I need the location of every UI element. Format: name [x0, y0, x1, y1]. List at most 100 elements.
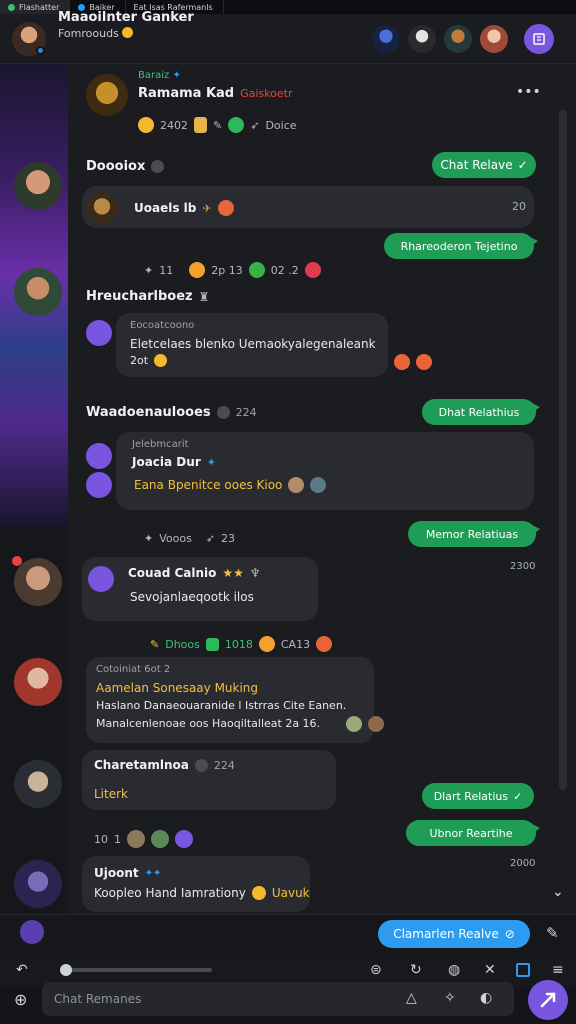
badge-emoji-icon[interactable] — [175, 830, 193, 848]
refresh-icon[interactable]: ↻ — [410, 962, 422, 978]
bubble-line: Haslano Danaeouaranide l Istrras Cite Ea… — [96, 699, 347, 712]
brush-icon[interactable]: ➶ — [206, 532, 215, 545]
laugh-emoji-icon[interactable] — [189, 262, 206, 278]
slider-thumb[interactable] — [60, 964, 72, 976]
close-icon[interactable]: ✕ — [484, 962, 496, 978]
ubnor-reartihe-button[interactable]: Ubnor Reartihe — [406, 820, 540, 846]
angry-emoji-icon[interactable] — [416, 354, 432, 370]
bubble-line: Manalcenlenoae oos Haoqiltalleat 2a 16. — [96, 717, 321, 730]
angry-emoji-icon[interactable] — [316, 636, 333, 652]
bubble-header: Jelebmcarit — [132, 439, 189, 450]
layout-icon[interactable] — [516, 963, 530, 977]
brush-icon[interactable]: ➶ — [250, 119, 259, 132]
verified-icon: ✦ — [172, 70, 181, 81]
sparkle-icon[interactable]: ✧ — [444, 990, 456, 1006]
feedback-icon[interactable]: ✎ — [546, 924, 559, 942]
reaction-count: 2402 — [160, 118, 188, 132]
bubble-name: Joacia Dur — [132, 455, 201, 469]
pencil-icon[interactable]: ✎ — [150, 638, 159, 651]
verified-icon: ✦✦ — [144, 867, 162, 879]
chat-relation-button[interactable]: Dhat Relathius — [422, 399, 540, 425]
user-avatar[interactable] — [14, 860, 62, 908]
bubble-text: Literk — [94, 787, 128, 801]
reaction-count: CA13 — [280, 637, 311, 651]
smile-emoji-icon — [154, 354, 168, 367]
chevron-down-icon[interactable]: ⌄ — [552, 884, 564, 900]
shield-icon[interactable]: ◍ — [448, 962, 460, 978]
member-avatar[interactable] — [480, 25, 508, 53]
status-icon — [216, 406, 230, 419]
user-tag-wrap: Baraiz ✦ — [138, 70, 181, 81]
rocket-icon: ♜ — [198, 289, 210, 304]
user-avatar[interactable] — [14, 162, 62, 210]
members-button[interactable] — [524, 24, 554, 54]
undo-icon[interactable]: ↶ — [16, 962, 28, 978]
green-emoji-icon[interactable] — [228, 117, 245, 133]
pin-icon[interactable]: ✦ — [144, 532, 153, 545]
user-avatar[interactable] — [14, 760, 62, 808]
more-options-icon[interactable]: ••• — [516, 84, 541, 100]
check-icon: ✓ — [513, 789, 523, 803]
username: Doooiox — [86, 159, 146, 174]
face-emoji-icon[interactable] — [346, 716, 362, 732]
reaction-count: 1 — [114, 832, 121, 846]
message-header: Waadoenaulooes 224 — [86, 405, 257, 420]
bubble-line: Koopleo Hand Iamrationy Uavuk — [94, 886, 310, 900]
status-text: Gaiskoetr — [240, 87, 293, 100]
camera-icon[interactable]: ⊜ — [370, 962, 382, 978]
bubble-title: Charetamlnoa 224 — [94, 758, 235, 772]
bread-emoji-icon[interactable] — [194, 117, 207, 133]
button-label: Ubnor Reartihe — [429, 826, 513, 840]
send-button[interactable] — [528, 980, 568, 1020]
reaction-count: Doice — [265, 118, 297, 132]
user-avatar[interactable] — [14, 268, 62, 316]
bubble-text: 2ot — [130, 354, 149, 367]
member-avatar[interactable] — [372, 25, 400, 53]
hat-emoji-icon[interactable] — [368, 716, 384, 732]
badge-emoji-icon[interactable] — [127, 830, 145, 848]
face-emoji-icon — [288, 477, 305, 493]
menu-icon[interactable]: ≡ — [552, 962, 564, 978]
box-emoji-icon[interactable] — [205, 637, 219, 651]
slider-track[interactable] — [62, 968, 212, 972]
bubble-header: Cotoiniat — [96, 664, 142, 675]
message-header: Hreucharlboez ♜ — [86, 289, 209, 304]
hands-icon: ♆ — [249, 566, 261, 580]
app-bot-icon — [86, 443, 112, 469]
angry-emoji-icon[interactable] — [394, 354, 410, 370]
scrollbar[interactable] — [559, 110, 567, 790]
member-avatar[interactable] — [444, 25, 472, 53]
user-avatar[interactable] — [14, 558, 62, 606]
heart-emoji-icon[interactable] — [304, 262, 321, 278]
pin-icon[interactable]: ✦ — [144, 264, 153, 277]
reaction-count: 02 .2 — [270, 263, 299, 277]
pencil-icon[interactable]: ✎ — [213, 119, 222, 132]
grin-emoji-icon[interactable] — [138, 117, 154, 133]
laugh-emoji-icon[interactable] — [258, 636, 275, 652]
user-avatar[interactable] — [86, 74, 128, 116]
clamarlen-realve-button[interactable]: Clamarlen Realve ⊘ — [378, 920, 530, 948]
member-avatar[interactable] — [408, 25, 436, 53]
user-avatar[interactable] — [86, 192, 118, 224]
reaction-row — [394, 354, 432, 370]
badge-emoji-icon[interactable] — [151, 830, 169, 848]
send-icon — [540, 992, 556, 1008]
bubble-title: Couad Calnio ★★ ♆ — [128, 566, 261, 580]
button-label: Dhat Relathius — [438, 405, 520, 419]
app-bot-icon — [86, 472, 112, 498]
bell-icon[interactable]: △ — [406, 990, 417, 1006]
reaction-count: 1018 — [224, 637, 253, 651]
user-tag: Baraiz — [138, 70, 170, 81]
reaction-button[interactable]: Rhareoderon Tejetino — [384, 233, 538, 259]
bubble-title: Ujoont ✦✦ — [94, 866, 161, 880]
chat-relave-button[interactable]: Chat Relave ✓ — [432, 152, 536, 178]
user-avatar[interactable] — [14, 658, 62, 706]
bot-avatar-icon[interactable] — [20, 920, 44, 944]
frog-emoji-icon[interactable] — [248, 262, 265, 278]
sticker-icon[interactable]: ◐ — [480, 990, 492, 1006]
plus-circle-icon[interactable]: ⊕ — [14, 990, 27, 1009]
highlight-text: Uavuk — [271, 886, 310, 900]
dlart-relatius-button[interactable]: Dlart Relatius ✓ — [422, 783, 534, 809]
member-relation-button[interactable]: Memor Relatiuas — [408, 521, 540, 547]
bubble-subheader: 6ot 2 — [144, 664, 171, 675]
